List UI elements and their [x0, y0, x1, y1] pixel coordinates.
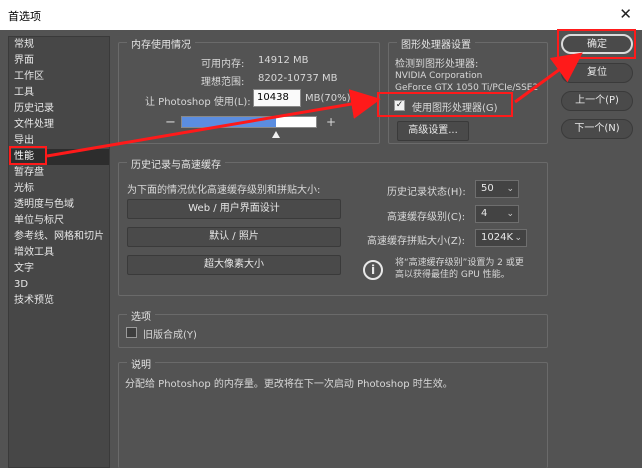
sidebar-item-plugins[interactable]: 增效工具: [9, 245, 109, 261]
legacy-compositing-label: 旧版合成(Y): [143, 330, 197, 341]
cache-tile-size-value: 1024K: [481, 232, 514, 243]
sidebar-item-units[interactable]: 单位与标尺: [9, 213, 109, 229]
sidebar-item-history[interactable]: 历史记录: [9, 101, 109, 117]
use-gpu-checkbox[interactable]: ✓: [394, 100, 405, 111]
description-title: 说明: [127, 356, 155, 371]
optimize-label: 为下面的情况优化高速缓存级别和拼贴大小:: [127, 185, 321, 196]
window-title: 首选项: [8, 10, 41, 23]
memory-usage-group: 内存使用情况 可用内存: 14912 MB 理想范围: 8202-10737 M…: [118, 36, 380, 144]
history-cache-title: 历史记录与高速缓存: [127, 156, 225, 171]
advanced-settings-button[interactable]: 高级设置...: [397, 121, 469, 141]
memory-usage-title: 内存使用情况: [127, 36, 195, 51]
sidebar-item-file-handling[interactable]: 文件处理: [9, 117, 109, 133]
highlight-performance: [9, 146, 47, 165]
sidebar-item-transparency[interactable]: 透明度与色域: [9, 197, 109, 213]
close-icon[interactable]: ✕: [619, 5, 632, 23]
chevron-down-icon: ⌄: [514, 233, 522, 243]
available-memory-value: 14912 MB: [258, 55, 309, 66]
sidebar-item-guides[interactable]: 参考线、网格和切片: [9, 229, 109, 245]
memory-usage-input[interactable]: 10438: [253, 89, 301, 107]
gpu-cache-hint-line2: 高以获得最佳的 GPU 性能。: [395, 270, 510, 280]
default-photos-button[interactable]: 默认 / 照片: [127, 227, 341, 247]
description-group: 说明 分配给 Photoshop 的内存量。更改将在下一次启动 Photosho…: [118, 356, 548, 468]
ideal-range-value: 8202-10737 MB: [258, 73, 338, 84]
sidebar-item-tools[interactable]: 工具: [9, 85, 109, 101]
sidebar-item-cursors[interactable]: 光标: [9, 181, 109, 197]
info-icon: i: [363, 260, 383, 280]
memory-usage-suffix: MB(70%): [305, 93, 351, 104]
ideal-range-label: 理想范围:: [201, 77, 245, 88]
history-cache-group: 历史记录与高速缓存 为下面的情况优化高速缓存级别和拼贴大小: Web / 用户界…: [118, 156, 548, 296]
sidebar-item-type[interactable]: 文字: [9, 261, 109, 277]
history-states-value: 50: [481, 183, 494, 194]
minus-icon: −: [165, 115, 176, 130]
history-states-label: 历史记录状态(H):: [387, 187, 466, 198]
cache-tile-size-select[interactable]: 1024K ⌄: [475, 229, 527, 247]
legacy-compositing-checkbox[interactable]: [126, 327, 137, 338]
next-button[interactable]: 下一个(N): [561, 119, 633, 139]
sidebar-item-general[interactable]: 常规: [9, 37, 109, 53]
prev-button[interactable]: 上一个(P): [561, 91, 633, 111]
sidebar-item-tech-previews[interactable]: 技术预览: [9, 293, 109, 309]
title-bar: 首选项 ✕: [0, 0, 642, 30]
cache-levels-value: 4: [481, 208, 488, 219]
reset-button[interactable]: 复位: [561, 63, 633, 83]
sidebar-item-interface[interactable]: 界面: [9, 53, 109, 69]
history-states-select[interactable]: 50 ⌄: [475, 180, 519, 198]
photoshop-usage-label: 让 Photoshop 使用(L):: [145, 97, 251, 108]
sidebar-item-3d[interactable]: 3D: [9, 277, 109, 293]
options-group: 选项 旧版合成(Y): [118, 308, 548, 348]
chevron-down-icon: ⌄: [506, 184, 514, 194]
sidebar: 常规 界面 工作区 工具 历史记录 文件处理 导出 性能 暂存盘 光标 透明度与…: [8, 36, 110, 468]
cache-tile-size-label: 高速缓存拼贴大小(Z):: [367, 236, 466, 247]
cache-levels-select[interactable]: 4 ⌄: [475, 205, 519, 223]
sidebar-item-scratch-disks[interactable]: 暂存盘: [9, 165, 109, 181]
plus-icon: +: [326, 115, 337, 129]
gpu-vendor: NVIDIA Corporation: [395, 71, 483, 81]
chevron-down-icon: ⌄: [506, 209, 514, 219]
gpu-settings-title: 图形处理器设置: [397, 36, 475, 51]
huge-pixel-dimensions-button[interactable]: 超大像素大小: [127, 255, 341, 275]
memory-slider-track[interactable]: [181, 116, 317, 128]
gpu-detected-label: 检测到图形处理器:: [395, 59, 479, 70]
highlight-ok: [557, 29, 636, 59]
options-title: 选项: [127, 308, 155, 323]
cache-levels-label: 高速缓存级别(C):: [387, 212, 466, 223]
memory-slider-thumb[interactable]: [271, 131, 280, 138]
available-memory-label: 可用内存:: [201, 59, 245, 70]
web-ui-design-button[interactable]: Web / 用户界面设计: [127, 199, 341, 219]
sidebar-item-workspace[interactable]: 工作区: [9, 69, 109, 85]
description-text: 分配给 Photoshop 的内存量。更改将在下一次启动 Photoshop 时…: [125, 379, 453, 390]
memory-slider-fill: [182, 117, 276, 127]
use-gpu-label: 使用图形处理器(G): [412, 103, 498, 114]
